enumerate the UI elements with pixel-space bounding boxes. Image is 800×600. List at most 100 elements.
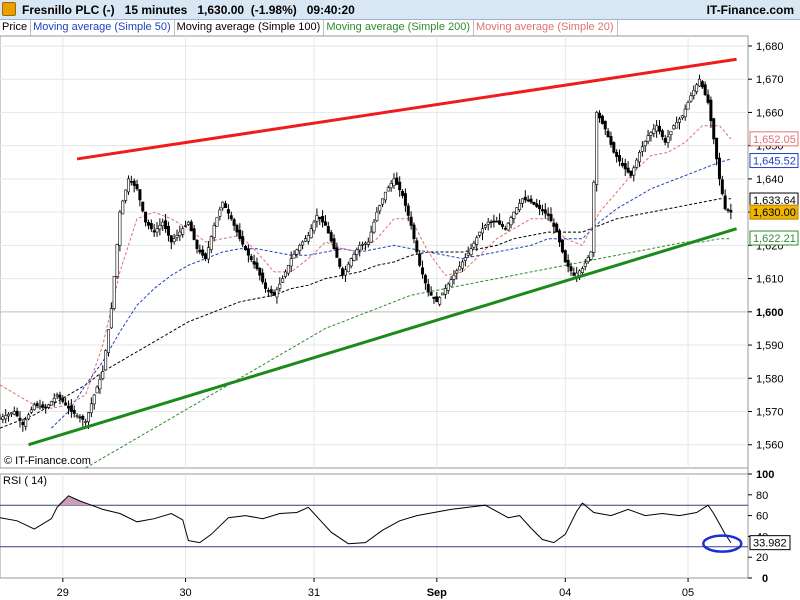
rsi-panel — [0, 473, 749, 579]
candle-body — [112, 276, 116, 309]
candle-body — [703, 84, 707, 96]
y-tick-label: 1,570 — [756, 407, 784, 419]
candle-body — [441, 292, 445, 296]
candle-body — [426, 284, 430, 293]
candle-body — [201, 249, 205, 256]
y-tick-label: 1,580 — [756, 373, 784, 385]
candle-body — [21, 421, 25, 426]
candle-body — [480, 228, 484, 234]
candle-body — [709, 99, 713, 122]
candle-body — [592, 181, 596, 253]
candle-body — [378, 205, 382, 212]
candle-body — [563, 250, 567, 263]
candle-body — [204, 253, 208, 259]
candle-body — [600, 115, 604, 124]
price-label: 1,630.00 — [753, 207, 796, 219]
candle-body — [84, 421, 88, 423]
candle-body — [552, 222, 556, 227]
candle-body — [623, 163, 627, 170]
candle-body — [520, 198, 524, 204]
candle-body — [255, 262, 259, 269]
candle-body — [492, 220, 496, 223]
candle-body — [321, 216, 325, 223]
chart-canvas[interactable]: 29 30 31 Sep 04 05 1,560 1,570 1,580 1,590 1,600 1,… — [0, 0, 800, 600]
candle-body — [603, 120, 607, 130]
candle-body — [275, 289, 279, 298]
candle-body — [132, 180, 136, 186]
candle-body — [238, 229, 242, 240]
candle-body — [269, 289, 273, 294]
candle-body — [124, 189, 128, 201]
candle-body — [369, 231, 373, 243]
candle-body — [518, 202, 522, 211]
candle-body — [643, 140, 647, 147]
candle-body — [55, 394, 59, 397]
price-label: 1,622.21 — [753, 233, 796, 245]
candle-body — [355, 249, 359, 255]
candle-body — [372, 221, 376, 233]
candle-body — [700, 81, 704, 88]
candle-body — [421, 267, 425, 275]
candle-body — [192, 228, 196, 241]
candle-body — [149, 223, 153, 230]
candle-body — [215, 217, 219, 227]
candle-body — [669, 130, 673, 135]
candle-body — [652, 128, 656, 134]
candle-body — [332, 238, 336, 249]
candle-body — [158, 225, 162, 230]
candle-body — [78, 416, 82, 419]
candle-body — [569, 266, 573, 272]
candle-body — [206, 247, 210, 260]
candle-body — [81, 416, 85, 420]
price-label: 1,652.05 — [753, 134, 796, 146]
candle-body — [463, 257, 467, 261]
x-tick-label: 30 — [179, 587, 191, 599]
candle-body — [89, 403, 93, 414]
candle-body — [244, 246, 248, 251]
candle-body — [675, 122, 679, 129]
candle-body — [283, 271, 287, 277]
candle-body — [386, 187, 390, 192]
candle-body — [415, 240, 419, 253]
candle-body — [515, 207, 519, 215]
candle-body — [383, 191, 387, 201]
candle-body — [689, 95, 693, 102]
candle-body — [224, 203, 228, 208]
candle-body — [381, 198, 385, 205]
candle-body — [295, 249, 299, 255]
candle-body — [306, 235, 310, 242]
candle-body — [155, 228, 159, 233]
candle-body — [35, 403, 39, 406]
candle-body — [566, 259, 570, 267]
y-tick-label: 1,600 — [756, 307, 784, 319]
candle-body — [226, 209, 230, 214]
candle-body — [432, 296, 436, 299]
candle-body — [455, 270, 459, 274]
y-tick-label: 1,670 — [756, 74, 784, 86]
candle-body — [7, 413, 11, 417]
candle-body — [52, 397, 56, 403]
candle-body — [329, 232, 333, 242]
candle-body — [32, 404, 36, 410]
candle-body — [358, 245, 362, 251]
candle-body — [87, 412, 91, 423]
rsi-title: RSI ( 14) — [3, 475, 47, 487]
candle-body — [720, 179, 724, 195]
candle-body — [363, 242, 367, 245]
candle-body — [572, 272, 576, 276]
candle-body — [67, 405, 71, 409]
candle-body — [144, 211, 148, 223]
candle-body — [580, 268, 584, 274]
candle-body — [529, 198, 533, 203]
candle-body — [535, 203, 539, 207]
candle-body — [629, 170, 633, 176]
x-tick-label: 29 — [57, 587, 69, 599]
candle-body — [409, 216, 413, 226]
y-tick-label: 1,660 — [756, 107, 784, 119]
candle-body — [264, 282, 268, 289]
candle-body — [72, 409, 76, 414]
candle-body — [121, 200, 125, 215]
candle-body — [615, 151, 619, 158]
candle-body — [209, 236, 213, 250]
candle-body — [138, 189, 142, 201]
